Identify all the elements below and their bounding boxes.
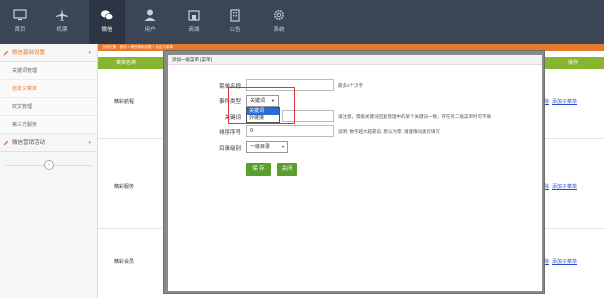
sidebar-section-label: 微信营销活动	[12, 140, 46, 146]
parent-level-select[interactable]: 一级目录 ▾	[246, 141, 288, 153]
modal-overlay: 添加一级菜单 [菜单] 菜单名称 最多4个汉字 事件类型 关键词 ▼ 关键词 外…	[163, 50, 545, 294]
sidebar-item-custom-menu[interactable]: 自定义菜单	[0, 80, 97, 98]
dropdown-arrow-icon: ▾	[281, 144, 284, 149]
nav-users[interactable]: 用户	[132, 0, 168, 44]
dialog-title: 添加一级菜单 [菜单]	[168, 55, 542, 65]
nav-flights[interactable]: 机票	[44, 0, 80, 44]
nav-system[interactable]: 系统	[261, 0, 297, 44]
sidebar-section-label: 微信基础设置	[12, 50, 46, 56]
airplane-icon	[56, 9, 68, 21]
add-menu-dialog: 添加一级菜单 [菜单] 菜单名称 最多4个汉字 事件类型 关键词 ▼ 关键词 外…	[168, 55, 542, 291]
menu-name-cell: 精彩会员	[114, 259, 135, 265]
nav-label: 首页	[14, 27, 26, 33]
sort-label: 排序序号	[218, 130, 241, 136]
user-icon	[144, 9, 156, 21]
sort-hint: 说明: 数字越大越靠前, 默认为零, 请谨慎同类仅填写	[338, 129, 440, 134]
add-submenu-link[interactable]: 添加子菜单	[552, 99, 577, 105]
nav-label: 微信	[101, 27, 113, 33]
menu-name-cell: 精彩航程	[114, 99, 135, 105]
highlight-box	[228, 87, 295, 124]
column-header-ops: 操作	[567, 60, 578, 66]
sidebar: 微信基础设置 ▾ 关键词管理 自定义菜单 欢文管理 第三方服务 微信营销活动 ▾…	[0, 44, 98, 298]
gear-icon	[274, 10, 284, 20]
wechat-icon	[101, 10, 114, 20]
nav-wechat[interactable]: 微信	[89, 0, 125, 44]
menu-name-hint: 最多4个汉字	[338, 83, 364, 88]
chevron-down-icon: ▾	[88, 50, 91, 56]
nav-store[interactable]: 商城	[176, 0, 212, 44]
nav-notice[interactable]: 公告	[217, 0, 253, 44]
collapse-sidebar-button[interactable]: ‹	[44, 160, 54, 170]
nav-home[interactable]: 首页	[2, 0, 38, 44]
parent-level-label: 目录级别	[218, 146, 241, 152]
close-button[interactable]: 关闭	[277, 163, 297, 176]
pencil-icon	[3, 50, 9, 56]
pencil-icon	[3, 140, 9, 146]
chevron-left-icon: ‹	[48, 162, 50, 168]
add-submenu-link[interactable]: 添加子菜单	[552, 184, 577, 190]
building-icon	[230, 9, 240, 22]
column-header-name: 菜单名称	[116, 60, 137, 66]
sidebar-item-keywords[interactable]: 关键词管理	[0, 62, 97, 80]
sidebar-section-wechat-basic[interactable]: 微信基础设置 ▾	[0, 44, 97, 62]
nav-label: 公告	[229, 27, 241, 33]
sidebar-section-wechat-marketing[interactable]: 微信营销活动 ▾	[0, 134, 97, 152]
keyword-hint: 请注意，需跟关键词回复管理中的某个关键词一致，存在有二级菜单时可不填	[338, 114, 491, 119]
sidebar-item-third-party[interactable]: 第三方服务	[0, 116, 97, 134]
menu-name-cell: 精彩服务	[114, 184, 135, 190]
add-submenu-link[interactable]: 添加子菜单	[552, 259, 577, 265]
chevron-down-icon: ▾	[88, 140, 91, 146]
save-button[interactable]: 保 存	[246, 163, 271, 176]
nav-label: 用户	[144, 27, 156, 33]
top-nav: 首页 机票 微信 用户 商城 公告 系统	[0, 0, 604, 44]
store-icon	[188, 10, 200, 21]
sidebar-item-articles[interactable]: 欢文管理	[0, 98, 97, 116]
nav-label: 机票	[56, 27, 68, 33]
parent-level-value: 一级目录	[250, 144, 271, 150]
sort-input[interactable]: 0	[246, 125, 334, 137]
nav-label: 商城	[188, 27, 200, 33]
nav-label: 系统	[273, 27, 285, 33]
monitor-icon	[13, 9, 27, 21]
